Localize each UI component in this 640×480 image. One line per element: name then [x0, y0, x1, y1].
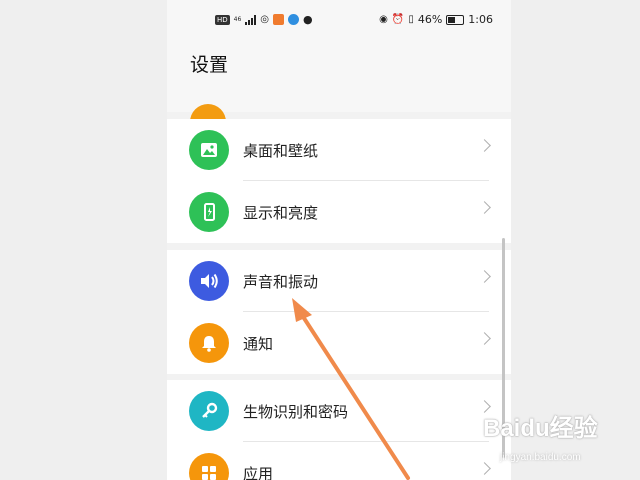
hotspot-icon: ◎: [260, 14, 270, 25]
vibrate-icon: ▯: [408, 14, 414, 25]
watermark-logo: Baidu经验: [483, 415, 598, 442]
speaker-icon: [189, 261, 229, 301]
settings-header: 设置: [167, 40, 511, 140]
battery-percent: 46%: [417, 13, 443, 26]
settings-item-notifications[interactable]: 通知: [167, 312, 511, 374]
page-title: 设置: [190, 54, 229, 76]
chevron-right-icon: [478, 201, 491, 214]
image-icon: [189, 130, 229, 170]
watermark-url: jingyan.baidu.com: [500, 452, 581, 463]
apps-grid-icon: [189, 453, 229, 480]
settings-item-label: 显示和亮度: [243, 204, 319, 222]
settings-item-apps[interactable]: 应用: [167, 442, 511, 480]
phone-brightness-icon: [189, 192, 229, 232]
status-bar: HD 46 ◎ ● ◉ ⏰ ▯ 46% 1:06: [167, 0, 511, 40]
chevron-right-icon: [478, 139, 491, 152]
settings-item-label: 生物识别和密码: [243, 403, 349, 421]
battery-fill: [448, 16, 455, 23]
status-bar-left: HD 46 ◎ ●: [215, 13, 313, 26]
settings-item-sound[interactable]: 声音和振动: [167, 250, 511, 312]
settings-item-display[interactable]: 显示和亮度: [167, 181, 511, 243]
phone-screen: HD 46 ◎ ● ◉ ⏰ ▯ 46% 1:06 设置 桌面和壁纸 显示和亮度 …: [167, 0, 511, 480]
settings-item-wallpaper[interactable]: 桌面和壁纸: [167, 119, 511, 181]
app-notification-icon: [273, 14, 285, 25]
message-icon: ●: [303, 13, 313, 26]
clock: 1:06: [468, 13, 493, 26]
key-icon: [189, 391, 229, 431]
network-type-label: 46: [233, 15, 242, 23]
bell-icon: [189, 323, 229, 363]
settings-group-sound: 声音和振动 通知: [167, 250, 511, 374]
settings-item-biometrics[interactable]: 生物识别和密码: [167, 380, 511, 442]
browser-icon: [288, 14, 300, 25]
settings-item-label: 应用: [243, 465, 274, 480]
settings-group-security: 生物识别和密码 应用: [167, 380, 511, 480]
settings-item-label: 桌面和壁纸: [243, 142, 319, 160]
chevron-right-icon: [478, 332, 491, 345]
status-bar-right: ◉ ⏰ ▯ 46% 1:06: [379, 13, 493, 26]
chevron-right-icon: [478, 462, 491, 475]
settings-item-label: 通知: [243, 335, 274, 353]
alarm-icon: ⏰: [391, 14, 405, 25]
hd-badge: HD: [215, 14, 230, 25]
battery-icon: [446, 14, 465, 25]
eye-icon: ◉: [379, 14, 388, 25]
signal-icon: [245, 14, 257, 25]
chevron-right-icon: [478, 270, 491, 283]
settings-item-label: 声音和振动: [243, 273, 319, 291]
settings-group-display: 桌面和壁纸 显示和亮度: [167, 119, 511, 243]
